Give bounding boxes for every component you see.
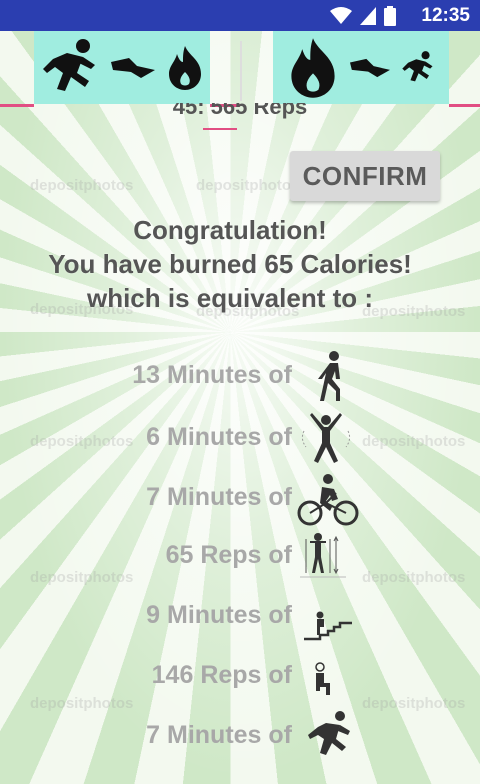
mode-tabs xyxy=(0,31,480,107)
equivalent-text: 13 Minutes of xyxy=(132,361,292,389)
equivalent-text: 9 Minutes of xyxy=(146,601,292,629)
list-item: 65 Reps of xyxy=(0,529,480,585)
main-content[interactable]: 45: 565 Reps depositphotos depositphotos… xyxy=(0,31,480,784)
reps-underline xyxy=(203,128,237,130)
arrow-icon xyxy=(111,57,155,78)
tab-divider xyxy=(240,41,242,101)
signal-icon xyxy=(360,7,376,25)
running-icon xyxy=(308,711,350,755)
confirm-button[interactable]: CONFIRM xyxy=(290,151,440,201)
equivalent-label: which is equivalent to : xyxy=(86,283,374,313)
watermark: depositphotos xyxy=(30,177,134,194)
equivalent-text: 7 Minutes of xyxy=(146,721,292,749)
tab-burn-to-run[interactable] xyxy=(273,31,449,104)
equivalent-text: 146 Reps of xyxy=(151,661,292,689)
equivalent-text: 7 Minutes of xyxy=(146,483,292,511)
list-item: 146 Reps of xyxy=(0,649,480,705)
equivalent-text: 65 Reps of xyxy=(165,541,292,569)
runner-icon xyxy=(43,38,95,91)
status-icons xyxy=(330,6,396,26)
congrats-title: Congratulation! xyxy=(133,215,327,245)
jumping-jacks-icon xyxy=(301,413,351,463)
equivalent-text: 6 Minutes of xyxy=(146,423,292,451)
cycling-icon xyxy=(297,474,359,526)
congratulation-message: Congratulation! You have burned 65 Calor… xyxy=(0,213,460,315)
arrow-icon xyxy=(350,58,390,77)
list-item: 13 Minutes of xyxy=(0,349,480,405)
walking-icon xyxy=(318,351,340,401)
list-item: 6 Minutes of xyxy=(0,411,480,467)
list-item: 9 Minutes of xyxy=(0,589,480,645)
list-item: 7 Minutes of xyxy=(0,709,480,765)
runner-icon xyxy=(402,50,433,81)
wifi-icon xyxy=(330,7,352,24)
squat-icon xyxy=(315,662,330,695)
status-bar: 12:35 xyxy=(0,0,480,31)
jump-rope-icon xyxy=(300,533,346,578)
flame-icon xyxy=(291,37,335,98)
tab-run-to-burn[interactable] xyxy=(34,31,210,104)
reps-hint-text: 45: 565 Reps xyxy=(172,103,308,119)
watermark: depositphotos xyxy=(196,177,300,194)
battery-icon xyxy=(384,6,396,26)
stair-climbing-icon xyxy=(304,611,352,641)
status-time: 12:35 xyxy=(421,5,470,26)
calories-burned-text: You have burned 65 Calories! xyxy=(48,249,412,279)
list-item: 7 Minutes of xyxy=(0,471,480,527)
flame-icon xyxy=(169,45,201,90)
